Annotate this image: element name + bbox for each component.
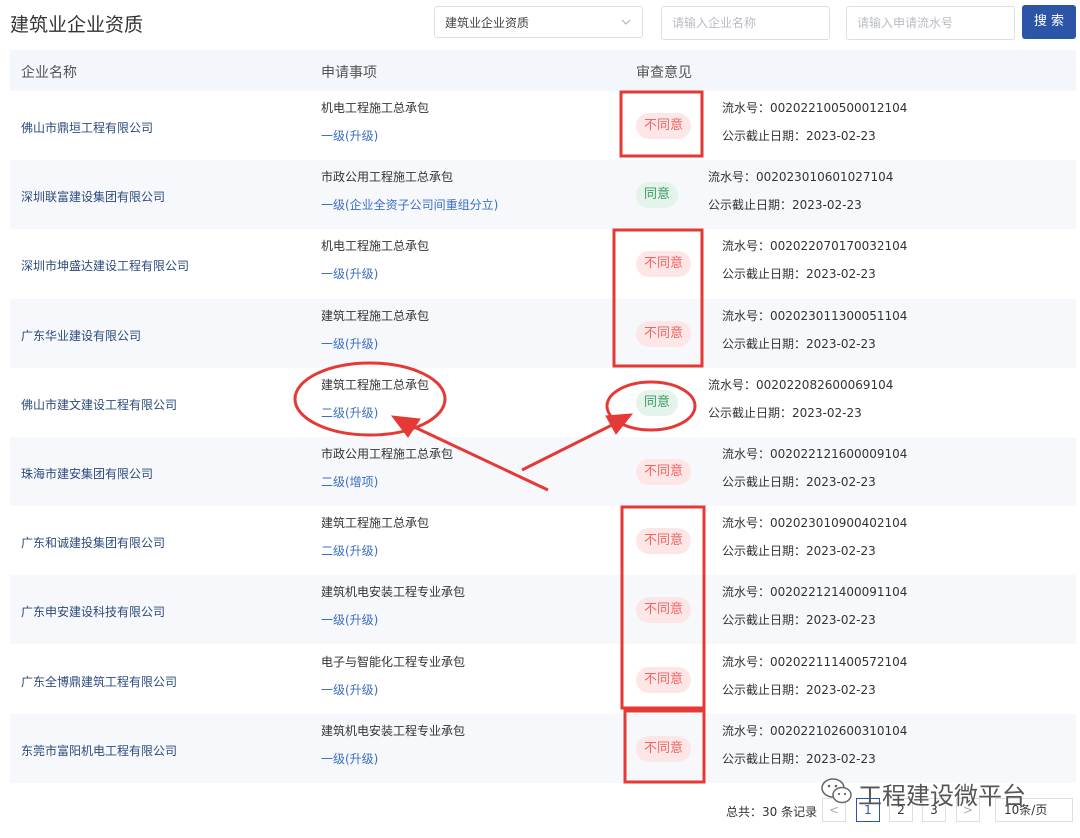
header-item: 申请事项	[321, 65, 377, 81]
publicity-deadline: 公示截止日期：2023-02-23	[722, 751, 876, 766]
company-link[interactable]: 珠海市建安集团有限公司	[21, 465, 153, 482]
publicity-deadline: 公示截止日期：2023-02-23	[722, 129, 876, 143]
application-level-link[interactable]: 一级(升级)	[321, 335, 378, 352]
company-link[interactable]: 广东华业建设有限公司	[21, 327, 141, 344]
company-link[interactable]: 深圳联富建设集团有限公司	[21, 188, 165, 205]
publicity-deadline: 公示截止日期：2023-02-23	[708, 405, 862, 420]
publicity-deadline: 公示截止日期：2023-02-23	[722, 544, 876, 559]
application-level-link[interactable]: 二级(升级)	[321, 542, 378, 559]
serial-number: 流水号：002023010601027104	[708, 170, 894, 185]
company-link[interactable]: 广东和诚建投集团有限公司	[21, 534, 165, 551]
category-select-value: 建筑业企业资质	[445, 16, 530, 30]
application-item: 机电工程施工总承包	[321, 239, 430, 254]
application-level-link[interactable]: 一级(升级)	[321, 611, 378, 628]
header-company: 企业名称	[21, 65, 77, 81]
opinion-badge: 不同意	[636, 320, 692, 347]
opinion-badge: 同意	[636, 389, 679, 416]
application-level-link[interactable]: 一级(升级)	[321, 265, 378, 282]
application-item: 机电工程施工总承包	[321, 101, 430, 115]
table-row: 佛山市建文建设工程有限公司 建筑工程施工总承包 二级(升级) 同意 流水号：002022…	[10, 368, 1076, 437]
category-select[interactable]: 建筑业企业资质	[434, 6, 643, 38]
company-link[interactable]: 佛山市鼎垣工程有限公司	[21, 119, 153, 136]
company-link[interactable]: 东莞市富阳机电工程有限公司	[21, 742, 177, 759]
serial-number: 流水号：002023010900402104	[722, 516, 908, 531]
serial-number-input[interactable]: 请输入申请流水号	[846, 6, 1015, 40]
table-row: 广东全博鼎建筑工程有限公司 电子与智能化工程专业承包 一级(升级) 不同意 流水号：00…	[10, 645, 1076, 714]
application-item: 建筑机电安装工程专业承包	[321, 585, 466, 600]
serial-number: 流水号：002022121600009104	[722, 447, 908, 461]
watermark-text: 工程建设微平台	[858, 782, 1026, 810]
wechat-logo-icon	[821, 778, 852, 804]
serial-number: 流水号：002022111400572104	[722, 654, 908, 669]
search-button[interactable]: 搜 索	[1022, 5, 1076, 39]
table-row: 广东华业建设有限公司 建筑工程施工总承包 一级(升级) 不同意 流水号：00202301…	[10, 298, 1076, 368]
publicity-deadline: 公示截止日期：2023-02-23	[722, 336, 876, 351]
serial-number: 流水号：002022121400091104	[722, 585, 908, 600]
serial-number: 流水号：002022070170032104	[722, 239, 908, 254]
application-level-link[interactable]: 一级(升级)	[321, 127, 378, 144]
page-title: 建筑业企业资质	[10, 14, 144, 36]
application-item: 电子与智能化工程专业承包	[321, 654, 466, 669]
opinion-badge: 不同意	[636, 113, 692, 139]
application-item: 建筑机电安装工程专业承包	[321, 723, 466, 738]
table-row: 广东和诚建投集团有限公司 建筑工程施工总承包 二级(升级) 不同意 流水号：002023…	[10, 506, 1076, 575]
application-level-link[interactable]: 一级(升级)	[321, 750, 378, 767]
opinion-badge: 不同意	[636, 459, 692, 485]
application-item: 建筑工程施工总承包	[321, 516, 430, 531]
application-item: 建筑工程施工总承包	[321, 377, 430, 392]
serial-number: 流水号：002023011300051104	[722, 308, 908, 323]
opinion-badge: 不同意	[636, 735, 692, 762]
serial-number: 流水号：002022082600069104	[708, 377, 894, 392]
company-link[interactable]: 广东全博鼎建筑工程有限公司	[21, 673, 177, 690]
company-link[interactable]: 佛山市建文建设工程有限公司	[21, 396, 177, 413]
application-item: 市政公用工程施工总承包	[321, 170, 454, 185]
publicity-deadline: 公示截止日期：2023-02-23	[722, 267, 876, 282]
opinion-badge: 同意	[636, 182, 679, 209]
opinion-badge: 不同意	[636, 251, 692, 278]
serial-number: 流水号：002022100500012104	[722, 101, 908, 115]
company-name-input[interactable]: 请输入企业名称	[661, 6, 830, 40]
publicity-deadline: 公示截止日期：2023-02-23	[722, 475, 876, 489]
opinion-badge: 不同意	[636, 597, 692, 624]
application-item: 市政公用工程施工总承包	[321, 447, 454, 461]
company-link[interactable]: 广东申安建设科技有限公司	[21, 603, 165, 620]
application-level-link[interactable]: 一级(升级)	[321, 681, 378, 698]
table-header: 企业名称 申请事项 审查意见	[10, 50, 1076, 91]
application-item: 建筑工程施工总承包	[321, 308, 430, 323]
publicity-deadline: 公示截止日期：2023-02-23	[708, 198, 862, 213]
table-row: 珠海市建安集团有限公司 市政公用工程施工总承包 二级(增项) 不同意 流水号：00202…	[10, 437, 1076, 506]
serial-number: 流水号：002022102600310104	[722, 723, 908, 738]
company-link[interactable]: 深圳市坤盛达建设工程有限公司	[21, 257, 189, 274]
table-row: 深圳联富建设集团有限公司 市政公用工程施工总承包一级(企业全资子公司间重组分立) 同…	[10, 160, 1076, 230]
table-row: 深圳市坤盛达建设工程有限公司 机电工程施工总承包 一级(升级) 不同意 流水号：0020…	[10, 229, 1076, 298]
application-level-link[interactable]: 二级(增项)	[321, 473, 378, 490]
pagination-total: 总共：30 条记录	[726, 805, 818, 819]
opinion-badge: 不同意	[636, 528, 692, 555]
table-row: 东莞市富阳机电工程有限公司 建筑机电安装工程专业承包 一级(升级) 不同意 流水号：00…	[10, 713, 1076, 783]
publicity-deadline: 公示截止日期：2023-02-23	[722, 613, 876, 628]
application-level-link[interactable]: 一级(企业全资子公司间重组分立)	[321, 196, 498, 213]
publicity-deadline: 公示截止日期：2023-02-23	[722, 682, 876, 697]
table-row: 佛山市鼎垣工程有限公司 机电工程施工总承包 一级(升级) 不同意 流水号：0020221…	[10, 91, 1076, 160]
opinion-badge: 不同意	[636, 666, 692, 693]
table-row: 广东申安建设科技有限公司 建筑机电安装工程专业承包 一级(升级) 不同意 流水号：002…	[10, 575, 1076, 645]
chevron-down-icon	[621, 19, 631, 25]
application-level-link[interactable]: 二级(升级)	[321, 404, 378, 421]
header-opinion: 审查意见	[636, 65, 692, 81]
